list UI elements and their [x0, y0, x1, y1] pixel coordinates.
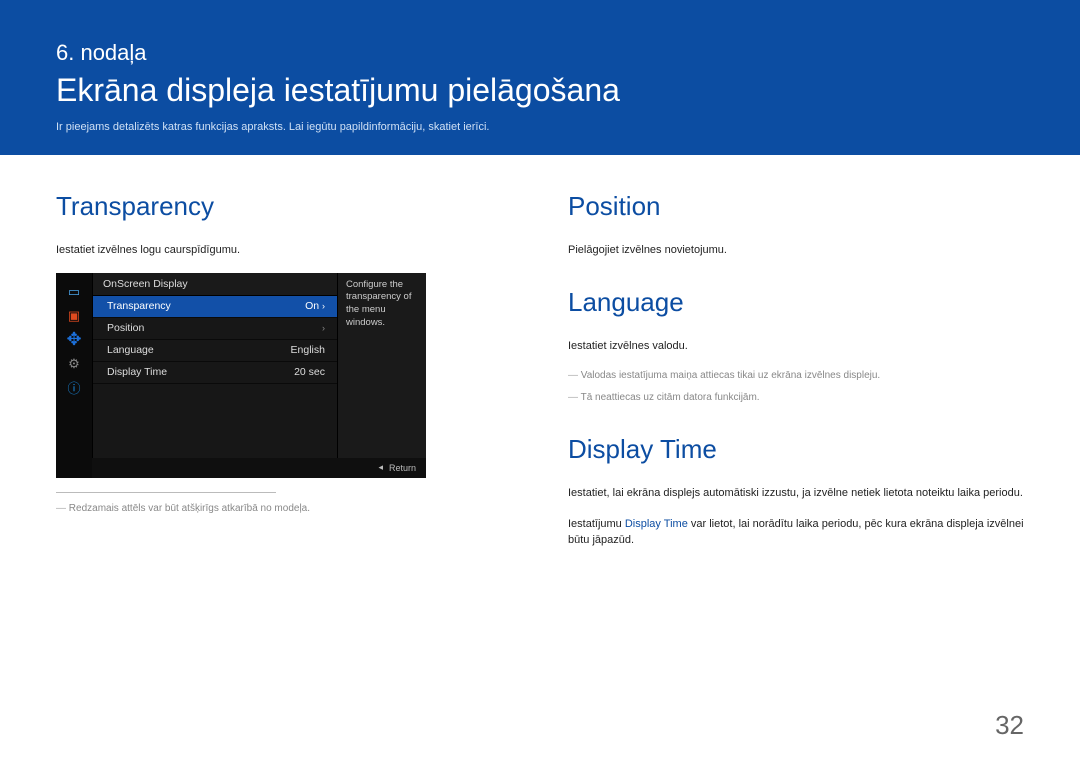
- language-heading: Language: [568, 287, 1024, 318]
- display-time-body-2: Iestatījumu Display Time var lietot, lai…: [568, 516, 1024, 549]
- osd-row-label: Position: [107, 322, 144, 334]
- gear-icon: ⚙: [64, 355, 84, 373]
- osd-help-panel: Configure the transparency of the menu w…: [338, 273, 426, 478]
- chevron-right-icon: ›: [322, 301, 325, 311]
- move-icon: ✥: [64, 331, 84, 349]
- pip-icon: ▣: [64, 307, 84, 325]
- osd-row-label: Display Time: [107, 366, 167, 378]
- position-heading: Position: [568, 191, 1024, 222]
- info-icon: ⓘ: [64, 379, 84, 397]
- left-column: Transparency Iestatiet izvēlnes logu cau…: [56, 191, 512, 577]
- osd-screenshot: ▭ ▣ ✥ ⚙ ⓘ OnScreen Display Transparency …: [56, 273, 426, 478]
- osd-row-value: English: [291, 344, 325, 356]
- osd-row-value: 20 sec: [294, 366, 325, 378]
- language-note-1: Valodas iestatījuma maiņa attiecas tikai…: [568, 368, 1024, 384]
- osd-footer: ◂ Return: [92, 458, 426, 478]
- return-label: Return: [389, 463, 416, 473]
- picture-icon: ▭: [64, 283, 84, 301]
- osd-row-label: Transparency: [107, 300, 171, 312]
- page-number: 32: [995, 710, 1024, 741]
- page-title: Ekrāna displeja iestatījumu pielāgošana: [56, 72, 1024, 109]
- display-time-inline-term: Display Time: [625, 518, 688, 530]
- osd-row-label: Language: [107, 344, 154, 356]
- return-icon: ◂: [378, 462, 383, 473]
- display-time-heading: Display Time: [568, 434, 1024, 465]
- osd-sidebar: ▭ ▣ ✥ ⚙ ⓘ: [56, 273, 92, 478]
- chapter-label: 6. nodaļa: [56, 40, 1024, 66]
- osd-row-position[interactable]: Position ›: [93, 318, 337, 340]
- osd-row-language[interactable]: Language English: [93, 340, 337, 362]
- content-area: Transparency Iestatiet izvēlnes logu cau…: [0, 155, 1080, 577]
- osd-menu: OnScreen Display Transparency On › Posit…: [92, 273, 338, 478]
- osd-row-display-time[interactable]: Display Time 20 sec: [93, 362, 337, 384]
- language-note-2: Tā neattiecas uz citām datora funkcijām.: [568, 390, 1024, 406]
- transparency-body: Iestatiet izvēlnes logu caurspīdīgumu.: [56, 242, 512, 259]
- footnote-divider: [56, 492, 276, 493]
- transparency-heading: Transparency: [56, 191, 512, 222]
- chevron-right-icon: ›: [322, 323, 325, 333]
- page-subtitle: Ir pieejams detalizēts katras funkcijas …: [56, 121, 1024, 133]
- transparency-disclaimer: Redzamais attēls var būt atšķirīgs atkar…: [56, 501, 512, 517]
- language-body: Iestatiet izvēlnes valodu.: [568, 338, 1024, 355]
- display-time-body-1: Iestatiet, lai ekrāna displejs automātis…: [568, 485, 1024, 502]
- chapter-banner: 6. nodaļa Ekrāna displeja iestatījumu pi…: [0, 0, 1080, 155]
- osd-row-value: On ›: [305, 300, 325, 312]
- osd-row-transparency[interactable]: Transparency On ›: [93, 296, 337, 318]
- right-column: Position Pielāgojiet izvēlnes novietojum…: [568, 191, 1024, 577]
- position-body: Pielāgojiet izvēlnes novietojumu.: [568, 242, 1024, 259]
- osd-header: OnScreen Display: [93, 273, 337, 296]
